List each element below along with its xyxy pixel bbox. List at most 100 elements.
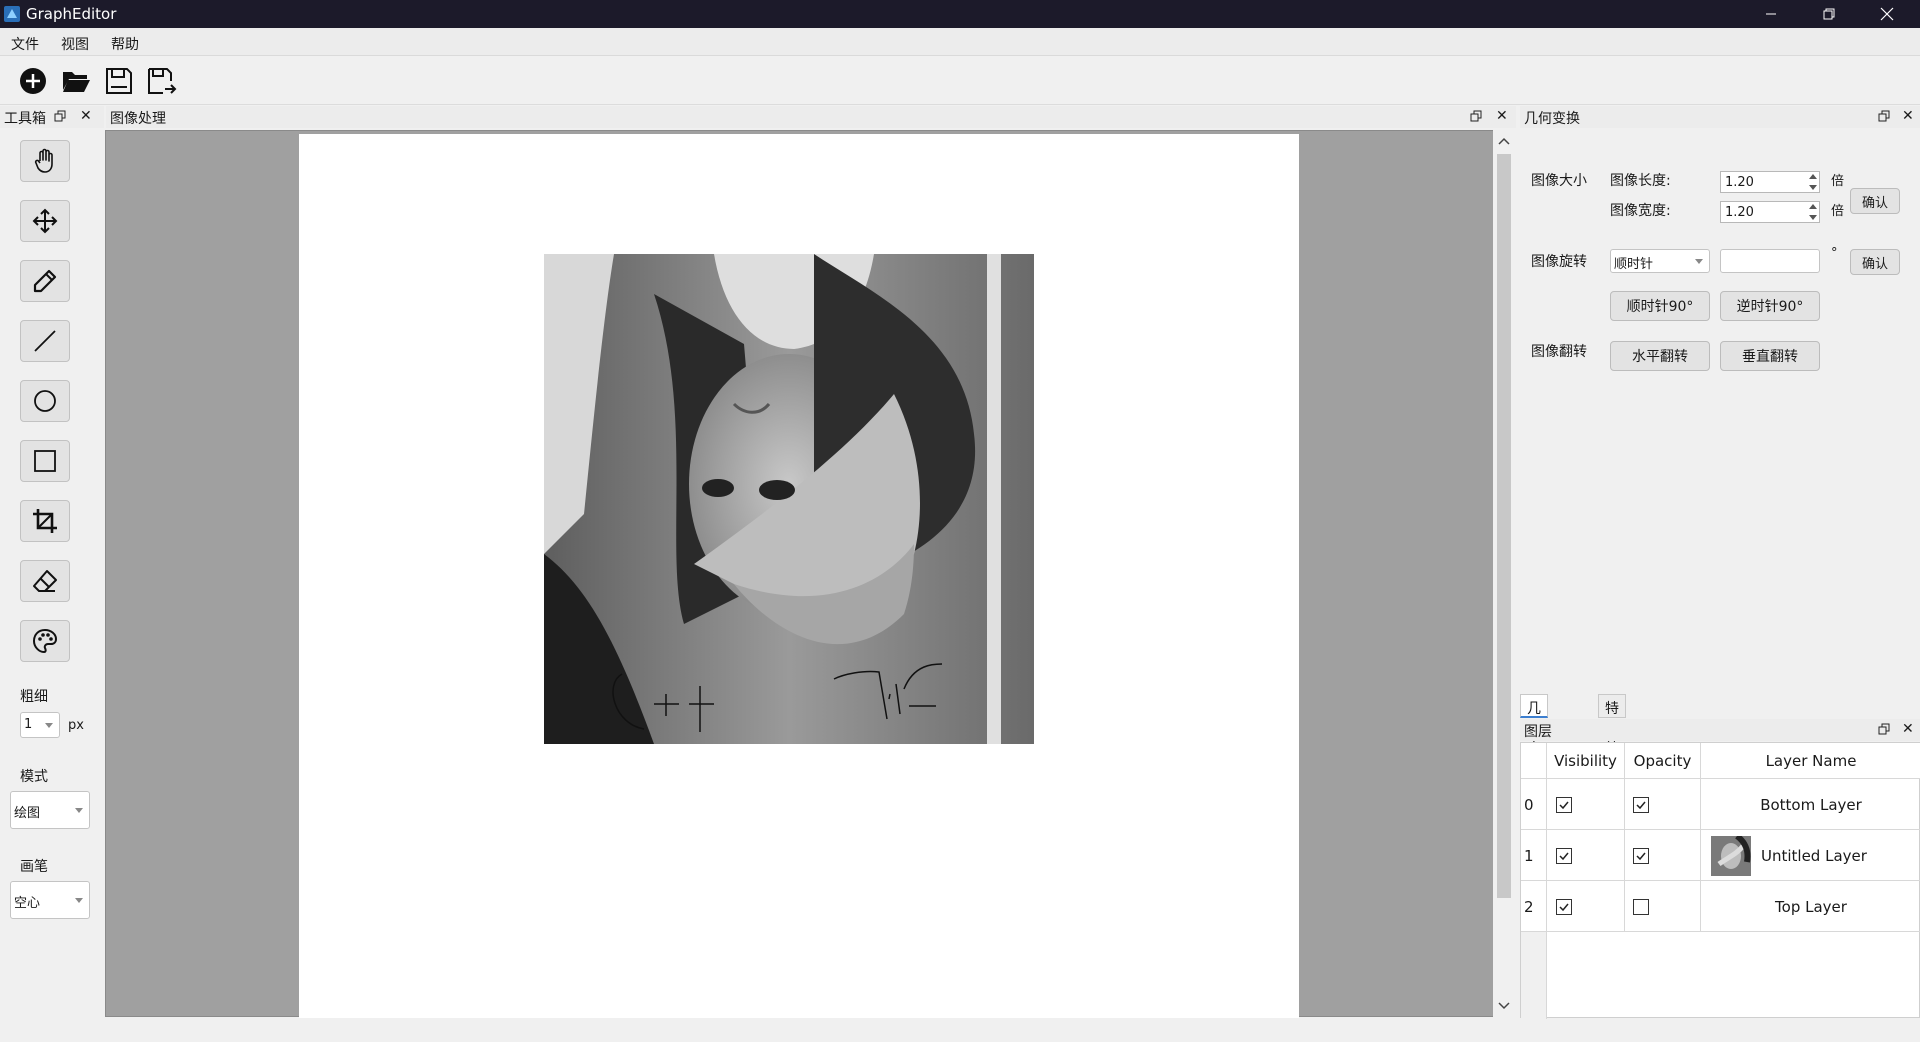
line-icon [34, 330, 56, 352]
add-circle-icon [20, 68, 46, 94]
close-icon [1880, 7, 1894, 21]
tab-geometry[interactable]: 几何变换 [1520, 694, 1548, 777]
canvas-vertical-scrollbar[interactable] [1493, 130, 1515, 1017]
canvas-viewport[interactable] [105, 130, 1515, 1018]
line-tool-button[interactable] [20, 320, 70, 362]
save-as-button[interactable] [146, 65, 178, 97]
rotate-confirm-button[interactable]: 确认 [1850, 249, 1900, 275]
pan-tool-button[interactable] [20, 140, 70, 182]
geometry-header: 几何变换 ✕ [1520, 106, 1920, 128]
restore-icon [1823, 8, 1835, 20]
row-header-filler [1521, 932, 1547, 1019]
rect-tool-button[interactable] [20, 440, 70, 482]
crop-tool-button[interactable] [20, 500, 70, 542]
mode-select[interactable]: 绘图 [10, 791, 90, 829]
visibility-checkbox[interactable] [1556, 898, 1572, 915]
pen-icon [33, 269, 57, 293]
row-index: 1 [1521, 830, 1547, 881]
table-row[interactable]: 0 Bottom Layer [1521, 779, 1920, 830]
spin-down-icon[interactable] [1809, 215, 1817, 220]
visibility-checkbox[interactable] [1556, 796, 1572, 813]
col-layer-name[interactable]: Layer Name [1701, 743, 1920, 779]
opacity-checkbox[interactable] [1633, 898, 1649, 915]
flip-vertical-button[interactable]: 垂直翻转 [1720, 341, 1820, 371]
flip-horizontal-button[interactable]: 水平翻转 [1610, 341, 1710, 371]
open-button[interactable] [60, 65, 92, 97]
check-icon [1636, 852, 1646, 860]
layer-name-cell[interactable]: Untitled Layer [1701, 830, 1920, 881]
float-icon[interactable] [1878, 723, 1890, 735]
new-button[interactable] [17, 65, 49, 97]
rotate-direction-select[interactable]: 顺时针 [1610, 249, 1710, 273]
length-spinbox[interactable]: 1.20 [1720, 171, 1820, 193]
layers-title: 图层 [1524, 724, 1552, 740]
restore-button[interactable] [1800, 0, 1858, 28]
toolbox-close-icon[interactable]: ✕ [80, 108, 92, 124]
length-value: 1.20 [1725, 175, 1754, 190]
scroll-down-icon[interactable] [1493, 995, 1515, 1015]
chevron-down-icon [75, 808, 83, 813]
close-button[interactable] [1858, 0, 1916, 28]
opacity-checkbox[interactable] [1633, 796, 1649, 813]
ellipse-tool-button[interactable] [20, 380, 70, 422]
geometry-panel: 图像大小 图像长度: 1.20 倍 图像宽度: 1.20 倍 确认 图像旋转 顺… [1517, 128, 1920, 693]
minimize-button[interactable] [1742, 0, 1800, 28]
size-confirm-button[interactable]: 确认 [1850, 188, 1900, 214]
visibility-cell [1547, 830, 1625, 881]
menu-file[interactable]: 文件 [11, 34, 39, 54]
canvas-close-icon[interactable]: ✕ [1496, 108, 1508, 124]
palette-tool-button[interactable] [20, 620, 70, 662]
crop-icon [33, 509, 57, 533]
save-icon [106, 68, 132, 94]
float-icon[interactable] [54, 110, 66, 122]
canvas-paper[interactable] [299, 134, 1299, 1018]
move-tool-button[interactable] [20, 200, 70, 242]
rotate-direction-value: 顺时针 [1614, 257, 1654, 272]
rotate-label: 图像旋转 [1531, 254, 1587, 270]
save-as-icon [148, 68, 177, 94]
width-value: 1.20 [1725, 205, 1754, 220]
eraser-tool-button[interactable] [20, 560, 70, 602]
brush-label: 画笔 [20, 859, 48, 875]
tab-effects[interactable]: 特殊效果 [1598, 694, 1626, 777]
opacity-cell [1625, 881, 1701, 932]
rotate-ccw90-button[interactable]: 逆时针90° [1720, 291, 1820, 321]
spin-down-icon[interactable] [1809, 185, 1817, 190]
brush-value: 空心 [14, 896, 41, 911]
scroll-up-icon[interactable] [1493, 132, 1515, 152]
pen-tool-button[interactable] [20, 260, 70, 302]
layer-name[interactable]: Bottom Layer [1701, 779, 1920, 830]
spin-up-icon[interactable] [1809, 174, 1817, 179]
status-bar [0, 1020, 1920, 1042]
spin-up-icon[interactable] [1809, 204, 1817, 209]
check-icon [1559, 801, 1569, 809]
width-spinbox[interactable]: 1.20 [1720, 201, 1820, 223]
menu-help[interactable]: 帮助 [111, 34, 139, 54]
thickness-spinbox[interactable]: 1 [20, 712, 60, 738]
row-index: 2 [1521, 881, 1547, 932]
brush-select[interactable]: 空心 [10, 881, 90, 919]
layers-close-icon[interactable]: ✕ [1902, 721, 1914, 737]
table-row[interactable]: 2 Top Layer [1521, 881, 1920, 932]
visibility-checkbox[interactable] [1556, 847, 1572, 864]
toolbox-panel: 粗细 1 px 模式 绘图 画笔 空心 [0, 128, 104, 1018]
app-icon [4, 6, 20, 22]
col-opacity[interactable]: Opacity [1625, 743, 1701, 779]
rotate-angle-input[interactable] [1720, 249, 1820, 273]
col-visibility[interactable]: Visibility [1547, 743, 1625, 779]
save-button[interactable] [103, 65, 135, 97]
float-icon[interactable] [1470, 110, 1482, 122]
thickness-unit: px [68, 718, 84, 733]
eraser-icon [33, 570, 57, 592]
opacity-checkbox[interactable] [1633, 847, 1649, 864]
layer-name[interactable]: Top Layer [1701, 881, 1920, 932]
menu-view[interactable]: 视图 [61, 34, 89, 54]
rotate-cw90-button[interactable]: 顺时针90° [1610, 291, 1710, 321]
scroll-thumb[interactable] [1497, 154, 1511, 898]
menu-bar: 文件 视图 帮助 [0, 28, 1920, 56]
table-row[interactable]: 1 Untitled Layer [1521, 830, 1920, 881]
geometry-close-icon[interactable]: ✕ [1902, 108, 1914, 124]
chevron-down-icon [45, 723, 53, 728]
float-icon[interactable] [1878, 110, 1890, 122]
corner-header [1521, 743, 1547, 779]
